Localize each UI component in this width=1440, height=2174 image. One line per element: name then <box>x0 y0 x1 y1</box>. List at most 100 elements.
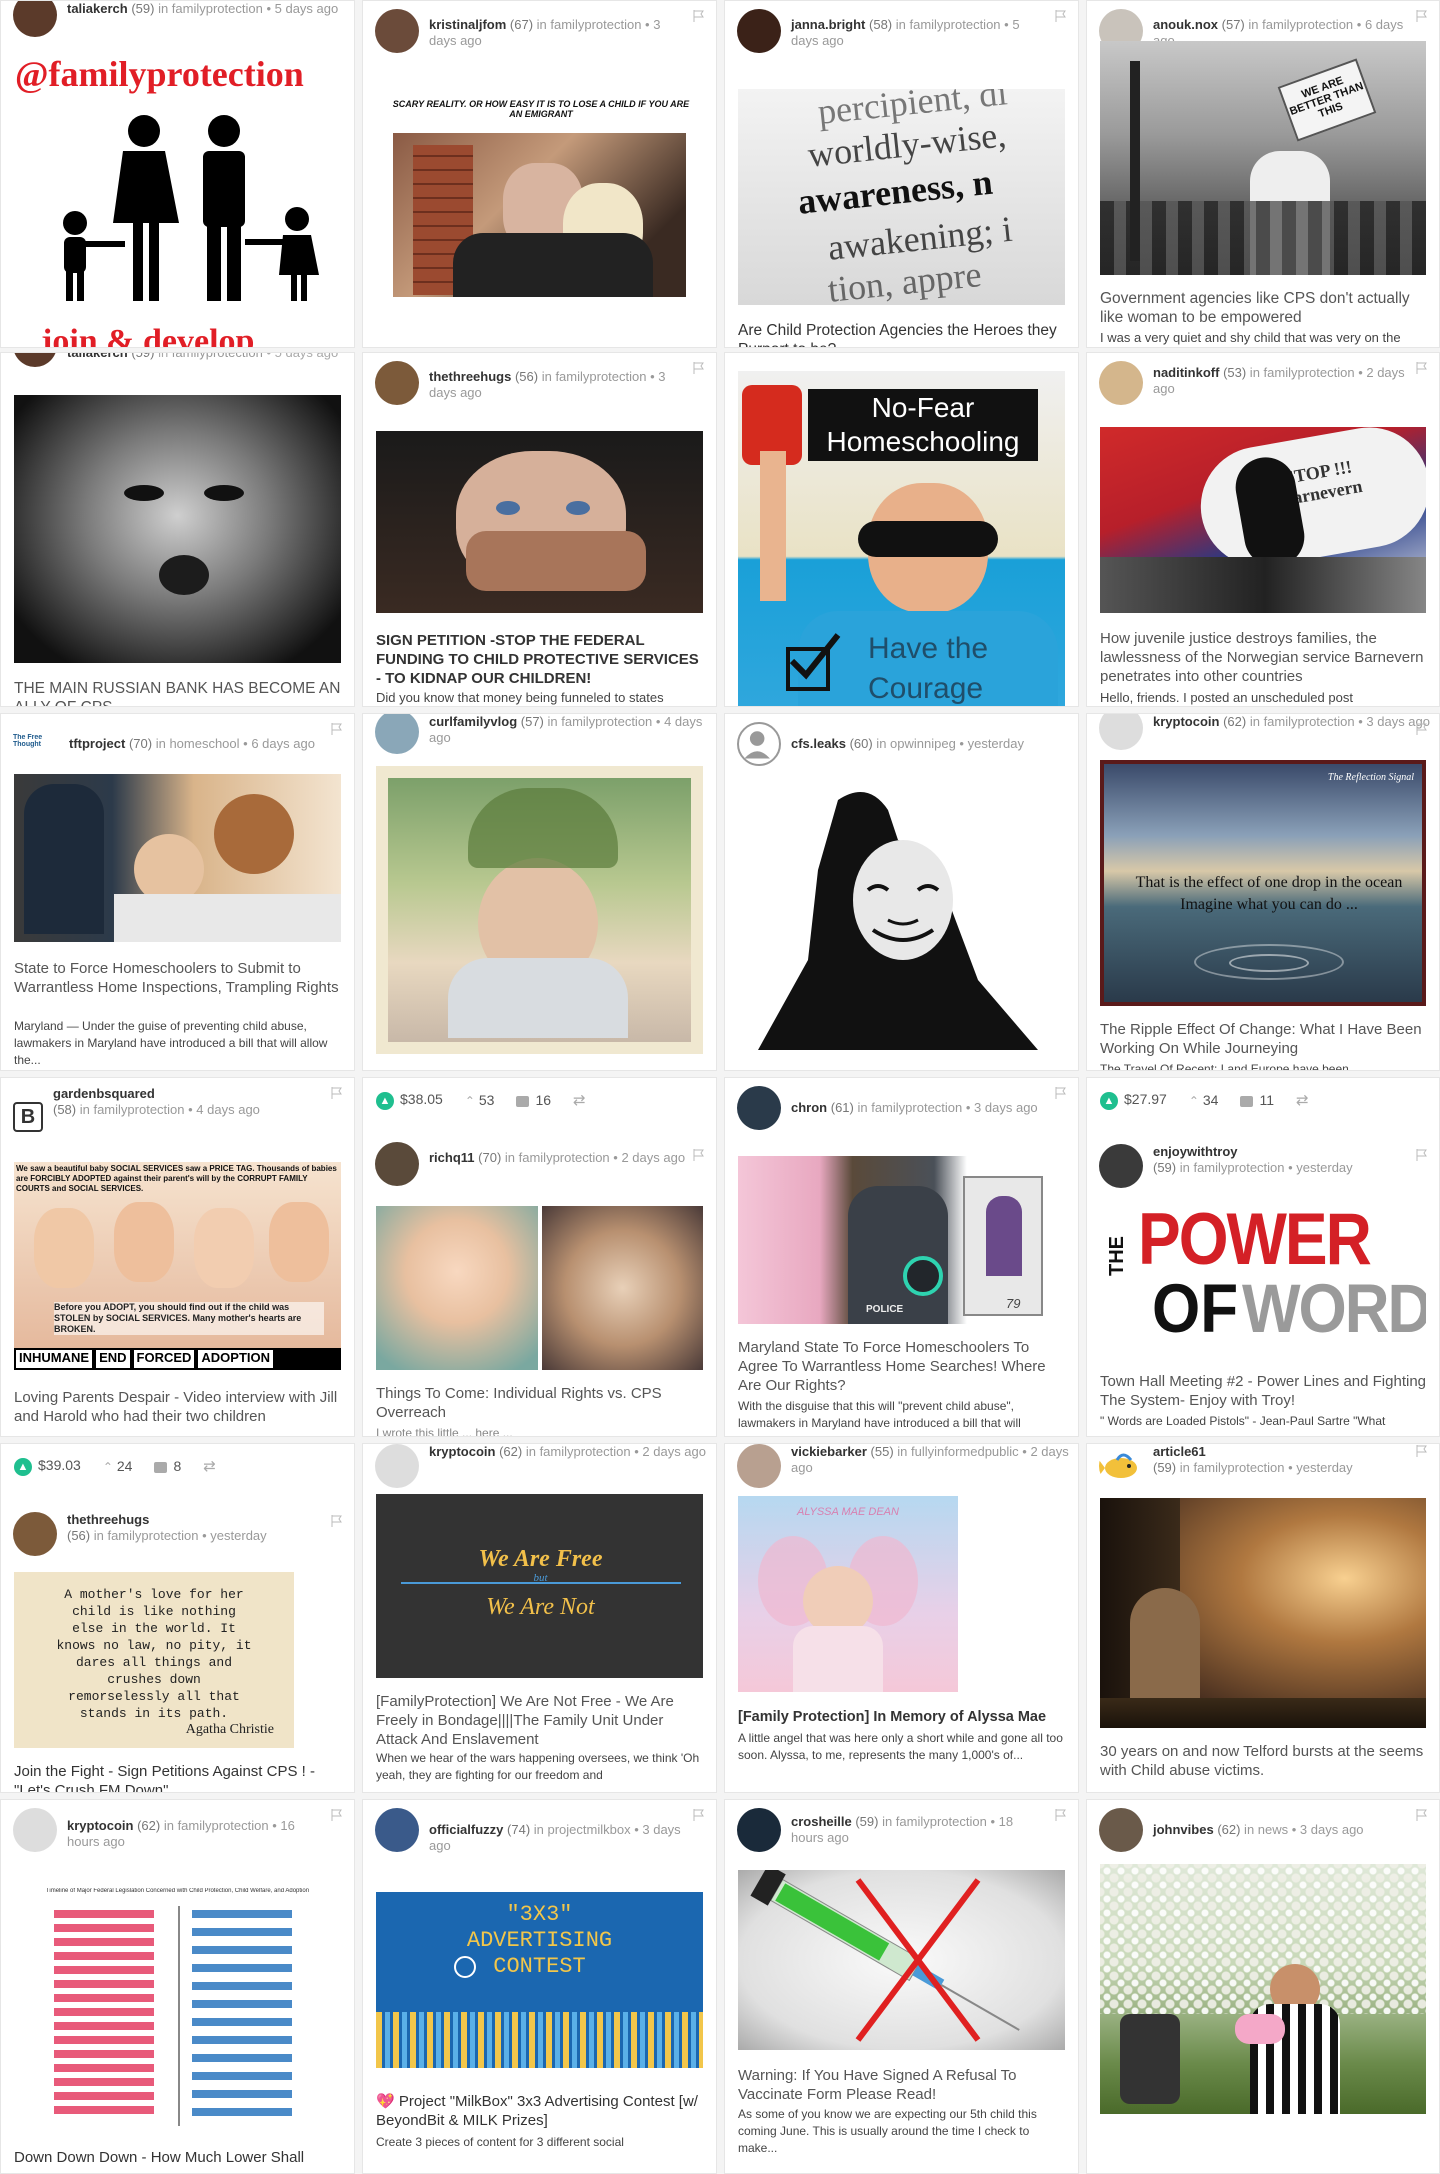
author-link[interactable]: cfs.leaks <box>791 736 846 751</box>
post-card[interactable]: B gardenbsquared (58) in familyprotection… <box>0 1077 355 1437</box>
author-link[interactable]: kryptocoin <box>67 1818 133 1833</box>
category-link[interactable]: familyprotection <box>107 1528 198 1543</box>
post-title[interactable]: How juvenile justice destroys families, … <box>1100 629 1426 686</box>
upvote-icon[interactable]: ▲ <box>14 1457 32 1476</box>
avatar[interactable] <box>13 353 57 367</box>
avatar[interactable] <box>375 361 419 405</box>
avatar[interactable] <box>13 1808 57 1852</box>
post-thumbnail[interactable]: percipient, di worldly-wise, awareness, … <box>738 89 1065 305</box>
flag-icon[interactable] <box>1054 9 1068 23</box>
post-title[interactable]: [FamilyProtection] We Are Not Free - We … <box>376 1692 703 1749</box>
category-link[interactable]: familyprotection <box>93 1102 184 1117</box>
post-thumbnail[interactable]: THE POWER OF WORDS <box>1100 1196 1426 1348</box>
post-thumbnail[interactable]: ALYSSA MAE DEAN <box>738 1496 958 1692</box>
upvote-icon[interactable]: ▲ <box>376 1091 394 1110</box>
post-thumbnail[interactable] <box>376 766 703 1054</box>
avatar[interactable] <box>737 1444 781 1488</box>
flag-icon[interactable] <box>1054 1086 1068 1100</box>
post-card[interactable]: janna.bright (58) in familyprotection • … <box>724 0 1079 348</box>
post-card[interactable]: ▲ $39.03 ⌃ 24 8 ⇄ thethreehugs (56) in fami… <box>0 1443 355 1793</box>
avatar[interactable] <box>375 1142 419 1186</box>
post-title[interactable]: Are Child Protection Agencies the Heroes… <box>738 321 1065 347</box>
author-link[interactable]: crosheille <box>791 1814 852 1829</box>
post-title[interactable]: Join the Fight - Sign Petitions Against … <box>14 1762 341 1792</box>
post-title[interactable]: THE MAIN RUSSIAN BANK HAS BECOME AN ALLY… <box>14 679 341 706</box>
flag-icon[interactable] <box>1415 1444 1429 1458</box>
post-card[interactable]: ▲ $27.97 ⌃ 34 11 ⇄ enjoywithtroy (59) in fa… <box>1086 1077 1440 1437</box>
author-link[interactable]: chron <box>791 1100 827 1115</box>
play-icon[interactable] <box>903 1256 943 1296</box>
avatar[interactable] <box>375 9 419 53</box>
avatar[interactable] <box>375 714 419 754</box>
post-card[interactable]: taliakerch (59) in familyprotection • 5 … <box>0 0 355 348</box>
post-thumbnail[interactable]: A mother's love for her child is like no… <box>14 1572 294 1748</box>
author-link[interactable]: naditinkoff <box>1153 365 1219 380</box>
category-link[interactable]: projectmilkbox <box>548 1822 631 1837</box>
avatar[interactable] <box>375 1444 419 1488</box>
category-link[interactable]: familyprotection <box>1262 17 1353 32</box>
category-link[interactable]: familyprotection <box>1264 714 1355 729</box>
post-card[interactable]: naditinkoff (53) in familyprotection • 2… <box>1086 352 1440 707</box>
post-thumbnail[interactable] <box>1100 1498 1426 1728</box>
author-link[interactable]: johnvibes <box>1153 1822 1214 1837</box>
post-card[interactable]: anouk.nox (57) in familyprotection • 6 d… <box>1086 0 1440 348</box>
flag-icon[interactable] <box>692 361 706 375</box>
post-card[interactable]: vickiebarker (55) in fullyinformedpublic… <box>724 1443 1079 1793</box>
post-thumbnail[interactable] <box>1100 1864 1426 2114</box>
author-link[interactable]: officialfuzzy <box>429 1822 503 1837</box>
avatar[interactable] <box>375 1808 419 1852</box>
post-title[interactable]: State to Force Homeschoolers to Submit t… <box>14 959 341 997</box>
post-title[interactable]: Warning: If You Have Signed A Refusal To… <box>738 2066 1065 2104</box>
category-link[interactable]: familyprotection <box>519 1150 610 1165</box>
post-card[interactable]: kryptocoin (62) in familyprotection • 2 … <box>362 1443 717 1793</box>
post-card[interactable]: The Free Thought tftproject (70) in home… <box>0 713 355 1071</box>
post-thumbnail[interactable] <box>376 1206 703 1370</box>
post-thumbnail[interactable]: WE ARE BETTER THAN THIS <box>1100 41 1426 275</box>
author-link[interactable]: curlfamilyvlog <box>429 714 517 729</box>
category-link[interactable]: familyprotection <box>1193 1160 1284 1175</box>
flag-icon[interactable] <box>330 1086 344 1100</box>
category-link[interactable]: familyprotection <box>550 17 641 32</box>
post-title[interactable]: Town Hall Meeting #2 - Power Lines and F… <box>1100 1372 1426 1410</box>
category-link[interactable]: fullyinformedpublic <box>911 1444 1019 1459</box>
post-thumbnail[interactable]: We Are Free but We Are Not <box>376 1494 703 1678</box>
category-link[interactable]: news <box>1258 1822 1288 1837</box>
author-link[interactable]: thethreehugs <box>429 369 511 384</box>
avatar[interactable] <box>1099 714 1143 750</box>
author-link[interactable]: janna.bright <box>791 17 865 32</box>
flag-icon[interactable] <box>330 722 344 736</box>
avatar[interactable] <box>13 1512 57 1556</box>
payout[interactable]: ▲ $39.03 <box>14 1457 81 1476</box>
post-title[interactable]: 30 years on and now Telford bursts at th… <box>1100 1742 1426 1780</box>
post-thumbnail[interactable] <box>14 774 341 942</box>
category-link[interactable]: familyprotection <box>540 1444 631 1459</box>
vote-count[interactable]: ⌃ 34 <box>1189 1092 1219 1108</box>
post-title[interactable]: Maryland State To Force Homeschoolers To… <box>738 1338 1065 1395</box>
post-thumbnail[interactable] <box>393 133 686 297</box>
post-card[interactable]: kristinaljfom (67) in familyprotection •… <box>362 0 717 348</box>
author-link[interactable]: gardenbsquared <box>53 1086 155 1101</box>
flag-icon[interactable] <box>1054 1808 1068 1822</box>
flag-icon[interactable] <box>330 1808 344 1822</box>
post-card[interactable]: officialfuzzy (74) in projectmilkbox • 3… <box>362 1799 717 2174</box>
payout[interactable]: ▲ $38.05 <box>376 1091 443 1110</box>
post-thumbnail[interactable]: Timeline of Major Federal Legislation Co… <box>14 1888 341 2130</box>
post-card[interactable]: crosheille (59) in familyprotection • 18… <box>724 1799 1079 2174</box>
upvote-icon[interactable]: ▲ <box>1100 1091 1118 1110</box>
author-link[interactable]: enjoywithtroy <box>1153 1144 1238 1159</box>
flag-icon[interactable] <box>1415 1148 1429 1162</box>
post-card[interactable]: No-Fear Homeschooling Have the Courage <box>724 352 1079 707</box>
post-thumbnail[interactable] <box>376 431 703 613</box>
author-link[interactable]: taliakerch <box>67 353 128 360</box>
category-link[interactable]: familyprotection <box>172 1 263 16</box>
flag-icon[interactable] <box>1415 9 1429 23</box>
post-thumbnail[interactable] <box>14 395 341 663</box>
category-link[interactable]: familyprotection <box>178 1818 269 1833</box>
author-link[interactable]: tftproject <box>69 736 125 751</box>
post-thumbnail[interactable]: The Reflection Signal That is the effect… <box>1100 760 1426 1006</box>
avatar[interactable] <box>737 1808 781 1852</box>
post-card[interactable]: kryptocoin (62) in familyprotection • 16… <box>0 1799 355 2174</box>
author-link[interactable]: richq11 <box>429 1150 475 1165</box>
category-link[interactable]: familyprotection <box>555 369 646 384</box>
post-thumbnail[interactable] <box>738 780 1065 1062</box>
